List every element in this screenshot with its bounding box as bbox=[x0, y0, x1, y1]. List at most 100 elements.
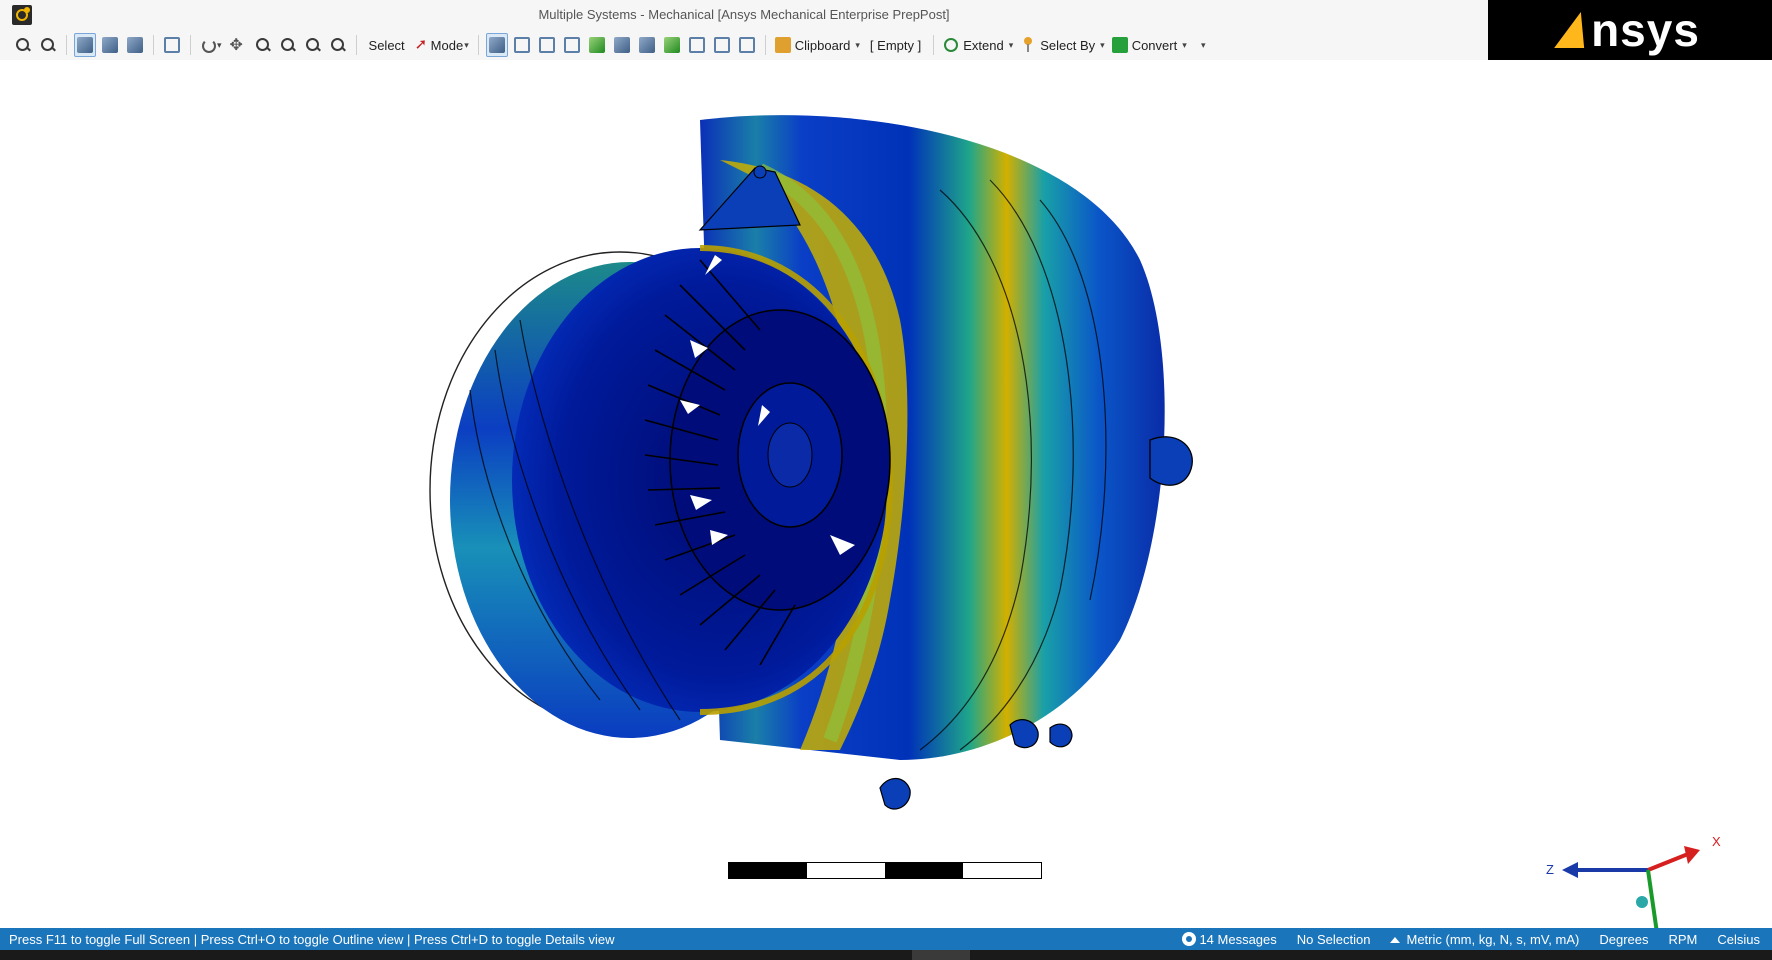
toolbar-separator bbox=[933, 35, 935, 55]
pan-button[interactable] bbox=[227, 33, 249, 57]
chevron-down-icon: ▾ bbox=[1008, 39, 1014, 50]
status-right-group: 14 Messages No Selection Metric (mm, kg,… bbox=[1182, 931, 1772, 947]
window-title: Multiple Systems - Mechanical [Ansys Mec… bbox=[538, 7, 950, 22]
chevron-down-icon: ▾ bbox=[464, 39, 469, 50]
element-icon bbox=[638, 37, 655, 53]
extend-icon bbox=[943, 37, 959, 53]
ansys-logo-text: nsys bbox=[1554, 7, 1700, 53]
annotation-icon bbox=[713, 37, 730, 53]
x-axis-label: X bbox=[1712, 834, 1721, 849]
toolbar-separator bbox=[764, 35, 766, 55]
select-element-face-button[interactable] bbox=[611, 33, 633, 57]
temperature-unit-button[interactable]: Celsius bbox=[1717, 932, 1760, 947]
graphics-viewport[interactable]: Z X Y bbox=[0, 60, 1772, 954]
path-icon bbox=[688, 37, 705, 53]
taskbar-strip bbox=[0, 950, 1772, 960]
toolbar-separator bbox=[153, 35, 154, 55]
toolbar-separator bbox=[66, 35, 67, 55]
mesh-icon bbox=[663, 37, 680, 53]
x-axis-arrow bbox=[1647, 852, 1689, 872]
title-bar: Multiple Systems - Mechanical [Ansys Mec… bbox=[0, 0, 1488, 30]
node-icon bbox=[588, 37, 605, 53]
shaded-cube-icon bbox=[77, 37, 93, 53]
magnifier-icon bbox=[330, 37, 346, 53]
toolbar-separator bbox=[477, 35, 479, 55]
display-style-button[interactable] bbox=[124, 33, 146, 57]
side-mount bbox=[1149, 436, 1193, 486]
z-axis-label: Z bbox=[1546, 862, 1554, 877]
select-toggle-icon bbox=[164, 37, 180, 53]
chevron-down-icon: ▾ bbox=[1200, 39, 1206, 50]
mode-dropdown[interactable]: Mode▾ bbox=[413, 33, 471, 57]
zoom-to-fit-button[interactable] bbox=[302, 33, 324, 57]
unit-system-button[interactable]: Metric (mm, kg, N, s, mV, mA) bbox=[1390, 932, 1579, 947]
rotate-icon bbox=[200, 37, 216, 53]
zoom-out-button[interactable] bbox=[37, 33, 59, 57]
select-edge-button[interactable] bbox=[511, 33, 533, 57]
select-vertex-button[interactable] bbox=[485, 33, 508, 57]
toolbar-separator bbox=[190, 35, 191, 55]
select-face-button[interactable] bbox=[536, 33, 558, 57]
mechanical-app: Multiple Systems - Mechanical [Ansys Mec… bbox=[0, 0, 1772, 960]
clipboard-dropdown[interactable]: Clipboard ▾ bbox=[773, 33, 862, 57]
messages-icon bbox=[1182, 931, 1197, 946]
annotation-button[interactable] bbox=[711, 33, 733, 57]
speed-unit-button[interactable]: RPM bbox=[1668, 932, 1697, 947]
chevron-down-icon: ▾ bbox=[217, 39, 222, 50]
angle-unit-button[interactable]: Degrees bbox=[1599, 932, 1648, 947]
status-bar: Press F11 to toggle Full Screen | Press … bbox=[0, 928, 1772, 950]
toolbar-separator bbox=[355, 35, 357, 55]
wireframe-view-button[interactable] bbox=[99, 33, 121, 57]
chevron-down-icon: ▾ bbox=[855, 39, 860, 50]
vertex-icon bbox=[488, 37, 505, 53]
select-node-button[interactable] bbox=[586, 33, 608, 57]
triad-center-sphere[interactable] bbox=[1636, 896, 1648, 908]
chevron-down-icon: ▾ bbox=[1100, 39, 1105, 50]
edge-icon bbox=[513, 37, 530, 53]
clipboard-icon bbox=[774, 37, 791, 53]
rotate-button[interactable]: ▾ bbox=[198, 33, 224, 57]
convert-icon bbox=[1111, 37, 1128, 53]
taskbar-tab[interactable] bbox=[912, 950, 970, 960]
cursor-icon bbox=[415, 35, 431, 53]
ansys-logo: nsys bbox=[1488, 0, 1772, 60]
extend-dropdown[interactable]: Extend ▾ bbox=[941, 33, 1015, 57]
scale-ruler bbox=[728, 862, 1042, 879]
magnifier-button[interactable] bbox=[327, 33, 349, 57]
select-mesh-button[interactable] bbox=[661, 33, 683, 57]
select-all-button[interactable] bbox=[736, 33, 758, 57]
select-body-button[interactable] bbox=[561, 33, 583, 57]
zoom-to-fit-icon bbox=[305, 37, 321, 53]
select-element-button[interactable] bbox=[636, 33, 658, 57]
selection-status: No Selection bbox=[1296, 931, 1371, 947]
select-by-pin-icon bbox=[1020, 37, 1036, 53]
pan-icon bbox=[230, 35, 246, 55]
element-face-icon bbox=[613, 37, 630, 53]
zoom-out-icon bbox=[40, 37, 56, 53]
select-all-icon bbox=[738, 37, 755, 53]
zoom-in-icon bbox=[15, 37, 31, 53]
zoom-icon bbox=[255, 37, 271, 53]
box-zoom-icon bbox=[280, 37, 296, 53]
wireframe-cube-icon bbox=[102, 37, 118, 53]
zoom-in-button[interactable] bbox=[12, 33, 34, 57]
select-path-button[interactable] bbox=[686, 33, 708, 57]
graphics-toolbar: ▾ Select Mode▾ Clipboard▾ [ Empty ] Exte… bbox=[0, 30, 1488, 60]
ansys-logo-accent-icon bbox=[1554, 12, 1596, 48]
shaded-view-button[interactable] bbox=[74, 33, 96, 57]
zoom-button[interactable] bbox=[252, 33, 274, 57]
display-style-icon bbox=[127, 37, 143, 53]
box-zoom-button[interactable] bbox=[277, 33, 299, 57]
bottom-bracket bbox=[879, 777, 911, 810]
convert-dropdown[interactable]: Convert ▾ bbox=[1110, 33, 1189, 57]
chevron-down-icon: ▾ bbox=[1182, 39, 1187, 50]
status-hint-text: Press F11 to toggle Full Screen | Press … bbox=[9, 931, 615, 947]
clipboard-status: [ Empty ] bbox=[869, 37, 922, 53]
select-mode-toggle-button[interactable] bbox=[161, 33, 183, 57]
messages-button[interactable]: 14 Messages bbox=[1182, 931, 1277, 947]
engine-model-contour[interactable] bbox=[0, 60, 1772, 928]
select-by-dropdown[interactable]: Select By ▾ bbox=[1018, 33, 1106, 57]
chevron-up-icon bbox=[1390, 936, 1401, 943]
select-button[interactable]: Select bbox=[364, 33, 410, 57]
toolbar-overflow-button[interactable]: ▾ bbox=[1192, 33, 1214, 57]
